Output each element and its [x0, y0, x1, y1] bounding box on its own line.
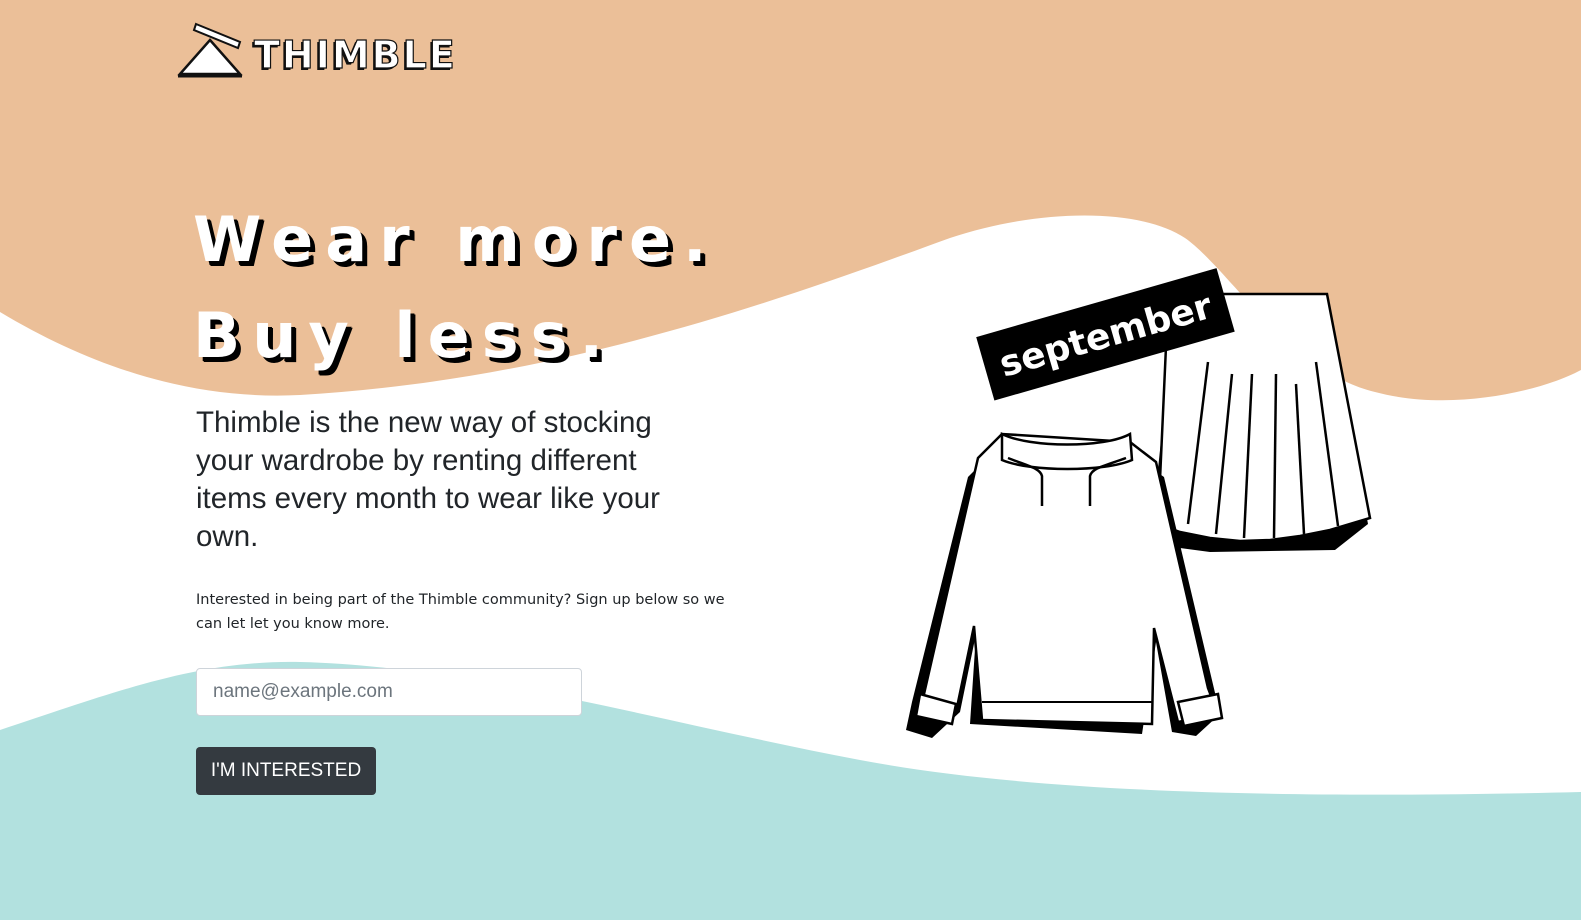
brand-name: THIMBLE — [253, 33, 457, 77]
thimble-logo-icon — [177, 22, 243, 78]
headline-line-2: Buy less. — [193, 299, 616, 372]
hero-lead: Thimble is the new way of stocking your … — [196, 406, 660, 553]
clothing-illustration: september — [906, 268, 1372, 738]
email-input[interactable] — [196, 668, 582, 716]
interested-button[interactable]: I'M INTERESTED — [196, 747, 376, 795]
brand-logo[interactable]: THIMBLE — [176, 18, 457, 80]
hero-headline: Wear more. Buy less. — [193, 192, 719, 384]
headline-line-1: Wear more. — [193, 203, 719, 276]
signup-prompt: Interested in being part of the Thimble … — [196, 592, 725, 632]
